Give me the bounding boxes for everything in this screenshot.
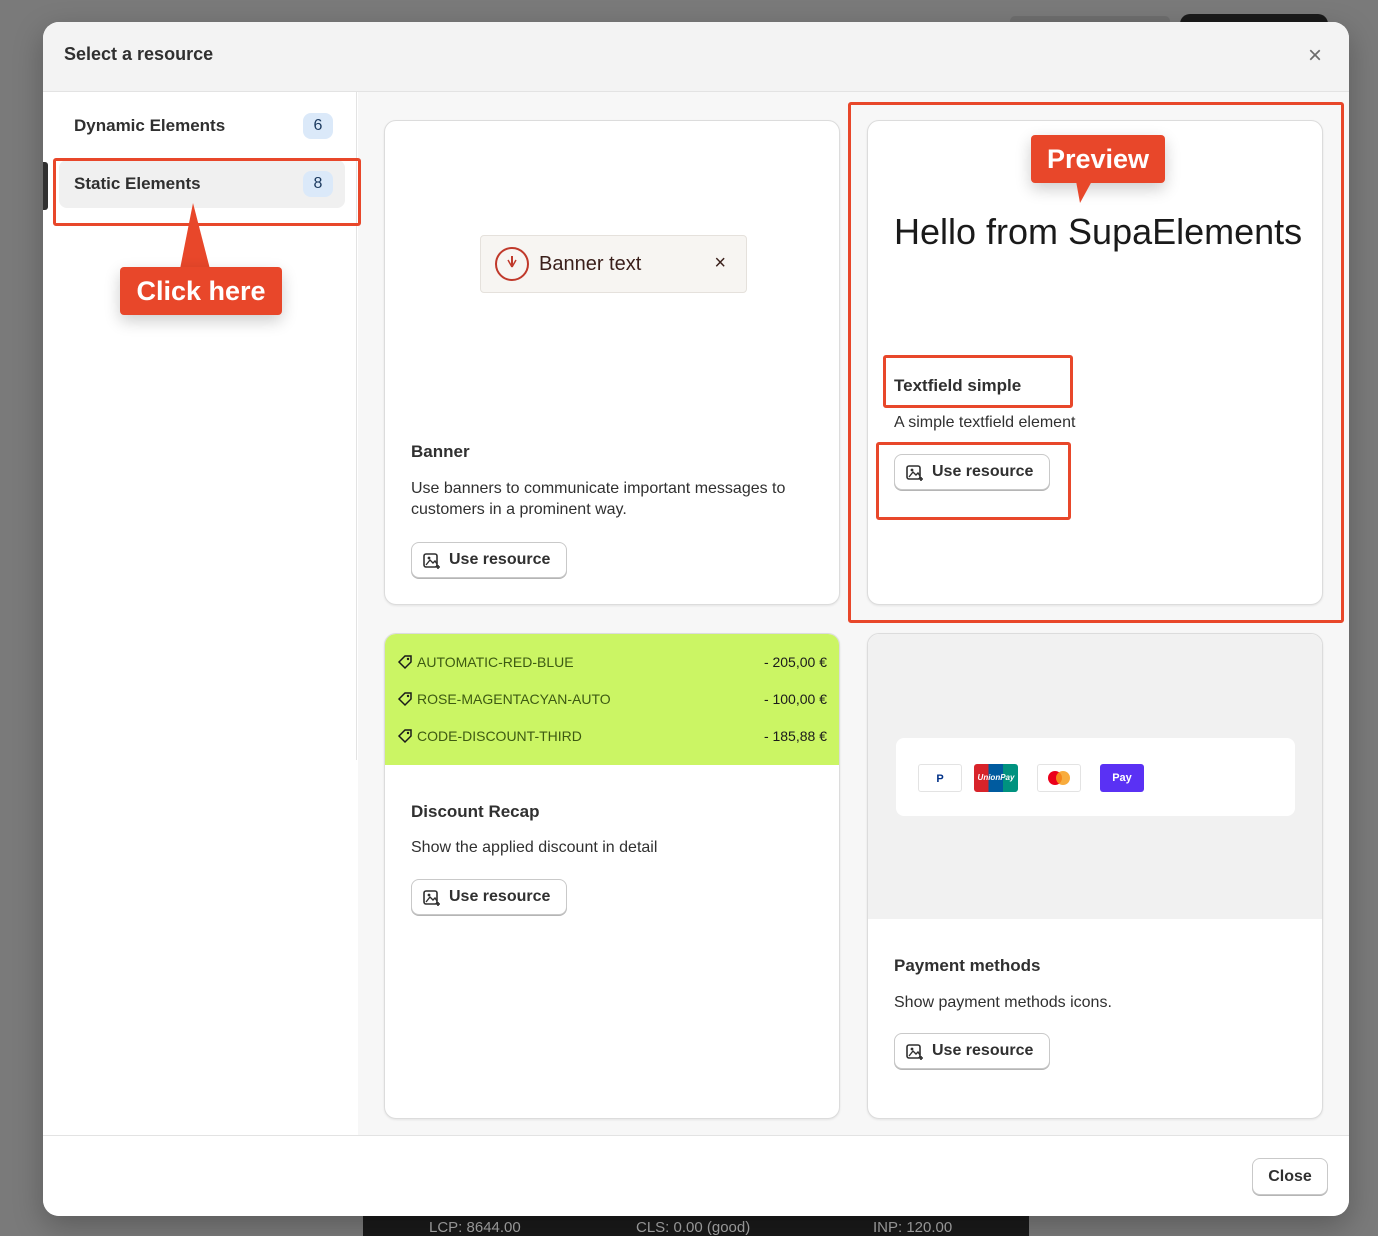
- modal-title: Select a resource: [64, 44, 214, 64]
- resource-modal: Select a resource × Dynamic Elements 6 S…: [43, 22, 1349, 1216]
- count-badge: 8: [303, 171, 333, 197]
- callout-pointer: [180, 203, 210, 269]
- payment-icons-strip: P UnionPay Pay: [896, 738, 1295, 816]
- modal-footer: Close: [43, 1135, 1349, 1216]
- card-title: Textfield simple: [894, 376, 1022, 395]
- payment-preview: P UnionPay Pay: [868, 634, 1322, 919]
- discount-code: CODE-DISCOUNT-THIRD: [417, 728, 582, 744]
- paypal-icon: P: [918, 764, 962, 792]
- discount-row: AUTOMATIC-RED-BLUE - 205,00 €: [397, 652, 827, 674]
- resource-grid: Banner text × Banner Use banners to comm…: [358, 92, 1349, 1135]
- sidebar-item-static-elements[interactable]: Static Elements 8: [59, 160, 345, 208]
- image-add-icon: [423, 553, 440, 569]
- discount-code: AUTOMATIC-RED-BLUE: [417, 654, 574, 670]
- discount-amount: - 100,00 €: [763, 691, 827, 707]
- performance-bar: LCP: 8644.00 CLS: 0.00 (good) INP: 120.0…: [363, 1214, 1029, 1236]
- perf-cls: CLS: 0.00 (good): [636, 1219, 751, 1236]
- discount-row: ROSE-MAGENTACYAN-AUTO - 100,00 €: [397, 689, 827, 711]
- click-here-callout: Click here: [120, 267, 282, 315]
- close-button[interactable]: Close: [1252, 1158, 1328, 1195]
- sidebar-item-dynamic-elements[interactable]: Dynamic Elements 6: [59, 102, 345, 150]
- modal-header: Select a resource ×: [43, 22, 1349, 92]
- shop-pay-icon: Pay: [1100, 764, 1144, 792]
- discount-row: CODE-DISCOUNT-THIRD - 185,88 €: [397, 726, 827, 748]
- card-description: Show the applied discount in detail: [411, 839, 658, 856]
- callout-pointer: [1076, 181, 1092, 203]
- use-resource-button[interactable]: Use resource: [411, 879, 567, 915]
- mastercard-icon: [1037, 764, 1081, 792]
- discount-amount: - 205,00 €: [763, 654, 827, 670]
- discount-preview: AUTOMATIC-RED-BLUE - 205,00 € ROSE-MAGEN…: [385, 634, 839, 765]
- banner-card: Banner text × Banner Use banners to comm…: [384, 120, 840, 605]
- sidebar: Dynamic Elements 6 Static Elements 8: [43, 92, 357, 760]
- sidebar-item-label: Dynamic Elements: [74, 116, 226, 135]
- perf-lcp: LCP: 8644.00: [429, 1219, 521, 1236]
- button-label: Use resource: [449, 888, 551, 905]
- card-title: Discount Recap: [411, 802, 540, 821]
- close-icon[interactable]: ×: [1303, 44, 1327, 68]
- image-add-icon: [423, 890, 440, 906]
- button-label: Use resource: [932, 1042, 1034, 1059]
- sidebar-item-label: Static Elements: [74, 174, 201, 193]
- use-resource-button[interactable]: Use resource: [411, 542, 567, 578]
- banner-preview: Banner text ×: [480, 235, 747, 293]
- perf-inp: INP: 120.00: [873, 1219, 953, 1236]
- use-resource-button[interactable]: Use resource: [894, 454, 1050, 490]
- image-add-icon: [906, 1044, 923, 1060]
- banner-preview-text: Banner text: [539, 253, 642, 275]
- use-resource-button[interactable]: Use resource: [894, 1033, 1050, 1069]
- tag-icon: [397, 655, 412, 670]
- payment-methods-card: P UnionPay Pay Payment methods Show paym…: [867, 633, 1323, 1119]
- unionpay-icon: UnionPay: [974, 764, 1018, 792]
- tag-icon: [397, 692, 412, 707]
- count-badge: 6: [303, 113, 333, 139]
- tag-icon: [397, 729, 412, 744]
- alert-icon: [495, 247, 529, 281]
- card-description: A simple textfield element: [894, 414, 1076, 431]
- card-description: Show payment methods icons.: [894, 994, 1112, 1011]
- discount-amount: - 185,88 €: [763, 728, 827, 744]
- preview-callout: Preview: [1031, 135, 1165, 183]
- textfield-preview-text: Hello from SupaElements: [894, 211, 1303, 252]
- card-title: Payment methods: [894, 956, 1041, 975]
- discount-code: ROSE-MAGENTACYAN-AUTO: [417, 691, 611, 707]
- button-label: Use resource: [449, 551, 551, 568]
- card-title: Banner: [411, 442, 470, 461]
- card-description: Use banners to communicate important mes…: [411, 480, 786, 518]
- button-label: Use resource: [932, 463, 1034, 480]
- discount-recap-card: AUTOMATIC-RED-BLUE - 205,00 € ROSE-MAGEN…: [384, 633, 840, 1119]
- close-icon: ×: [714, 252, 726, 274]
- image-add-icon: [906, 465, 923, 481]
